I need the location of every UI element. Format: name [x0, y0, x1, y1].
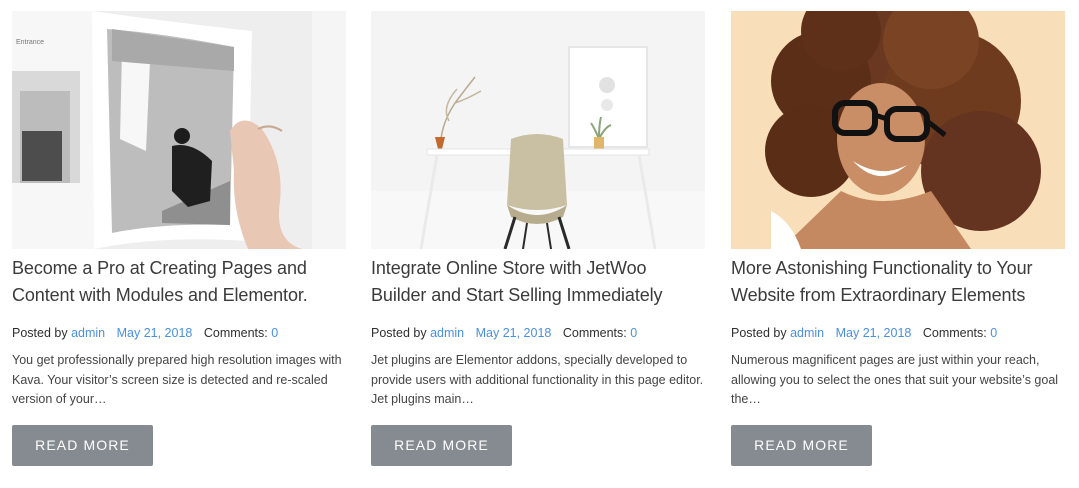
read-more-button[interactable]: READ MORE	[371, 425, 512, 466]
date-link[interactable]: May 21, 2018	[836, 326, 912, 340]
author-link[interactable]: admin	[790, 326, 824, 340]
comments-count-link[interactable]: 0	[271, 326, 278, 340]
author-link[interactable]: admin	[430, 326, 464, 340]
comments-count-link[interactable]: 0	[990, 326, 997, 340]
read-more-button[interactable]: READ MORE	[731, 425, 872, 466]
post-thumbnail[interactable]	[371, 11, 705, 249]
post-excerpt: Jet plugins are Elementor addons, specia…	[371, 353, 704, 406]
post-excerpt: Numerous magnificent pages are just with…	[731, 353, 1059, 406]
posted-by-label: Posted by	[731, 326, 787, 340]
post-title[interactable]: More Astonishing Functionality to Your W…	[731, 255, 1061, 309]
read-more-button[interactable]: READ MORE	[12, 425, 153, 466]
post-card: Integrate Online Store with JetWoo Build…	[371, 11, 705, 466]
date-link[interactable]: May 21, 2018	[476, 326, 552, 340]
post-meta: Posted by admin May 21, 2018 Comments: 0	[371, 325, 705, 341]
image-caption: Entrance	[16, 39, 44, 46]
comments-label: Comments:	[203, 326, 268, 340]
post-title[interactable]: Integrate Online Store with JetWoo Build…	[371, 255, 701, 309]
woman-portrait-image	[731, 11, 1065, 249]
post-card: Entrance Become a Pro at Creating Pages …	[12, 11, 346, 466]
post-meta: Posted by admin May 21, 2018 Comments: 0	[12, 325, 346, 341]
magazine-image: Entrance	[12, 11, 346, 249]
author-link[interactable]: admin	[71, 326, 105, 340]
post-thumbnail[interactable]: Entrance	[12, 11, 346, 249]
comments-count-link[interactable]: 0	[630, 326, 637, 340]
post-meta: Posted by admin May 21, 2018 Comments: 0	[731, 325, 1065, 341]
post-excerpt: You get professionally prepared high res…	[12, 353, 342, 406]
date-link[interactable]: May 21, 2018	[117, 326, 193, 340]
comments-label: Comments:	[562, 326, 627, 340]
posted-by-label: Posted by	[12, 326, 68, 340]
desk-chair-image	[371, 11, 705, 249]
posted-by-label: Posted by	[371, 326, 427, 340]
post-thumbnail[interactable]	[731, 11, 1065, 249]
comments-label: Comments:	[922, 326, 987, 340]
post-card: More Astonishing Functionality to Your W…	[731, 11, 1065, 466]
post-title[interactable]: Become a Pro at Creating Pages and Conte…	[12, 255, 342, 309]
